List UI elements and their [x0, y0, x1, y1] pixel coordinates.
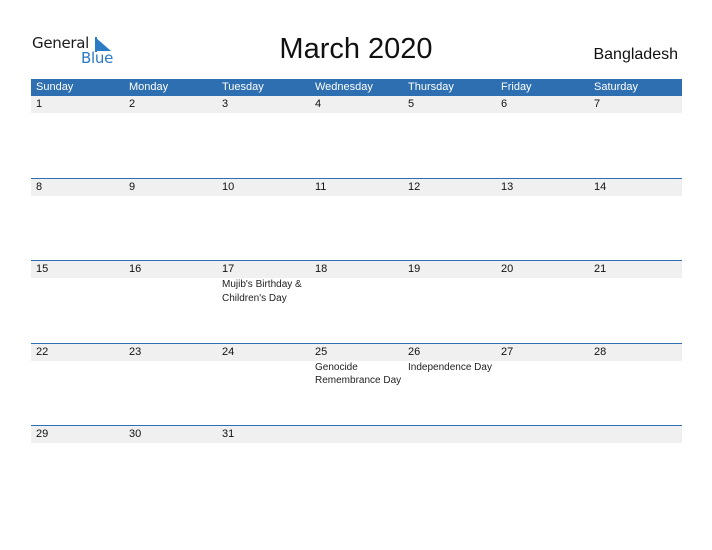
weekday-header: Sunday Monday Tuesday Wednesday Thursday… [31, 79, 682, 96]
day-number: 24 [222, 345, 235, 358]
day-number: 31 [222, 428, 235, 440]
day-number: 1 [36, 98, 43, 110]
holiday-label: Independence Day [408, 361, 492, 373]
day-number: 15 [36, 263, 49, 275]
week-row: 8 9 10 11 12 13 14 [31, 177, 682, 261]
day-number: 10 [222, 180, 235, 193]
day-number: 9 [129, 180, 136, 193]
day-number: 19 [408, 263, 421, 275]
holiday-label [589, 278, 682, 305]
day-number [589, 426, 682, 443]
events-row: Mujib's Birthday & Children's Day [31, 278, 682, 305]
country-label: Bangladesh [593, 46, 678, 63]
day-number: 18 [315, 263, 328, 275]
day-number: 7 [594, 98, 601, 110]
holiday-label: Mujib's Birthday & Children's Day [222, 279, 302, 304]
events-row: Genocide Remembrance Day Independence Day [31, 361, 682, 388]
weekday-saturday: Saturday [594, 81, 639, 93]
holiday-label [31, 361, 124, 388]
holiday-label [496, 278, 589, 305]
week-row: 1 2 3 4 5 6 7 [31, 96, 682, 178]
week-row: 22 23 24 25 26 27 28 Genocide Remembrance Day In… [31, 342, 682, 426]
holiday-label [589, 361, 682, 388]
day-number [310, 426, 403, 443]
day-number: 25 [315, 345, 328, 358]
day-number: 14 [594, 180, 607, 193]
weekday-thursday: Thursday [408, 81, 454, 93]
holiday-label [310, 278, 403, 305]
week-row: 15 16 17 18 19 20 21 Mujib's Birthday & Childre… [31, 260, 682, 343]
day-number: 2 [129, 98, 136, 110]
weekday-monday: Monday [129, 81, 169, 93]
day-number: 16 [129, 263, 142, 275]
day-number: 20 [501, 263, 514, 275]
day-number: 27 [501, 345, 514, 358]
date-strip: 8 9 10 11 12 13 14 [31, 178, 682, 196]
day-number: 8 [36, 180, 43, 193]
day-number: 12 [408, 180, 421, 193]
day-number [403, 426, 496, 443]
calendar-grid: Sunday Monday Tuesday Wednesday Thursday… [31, 79, 682, 508]
holiday-label [403, 278, 496, 305]
holiday-label [496, 361, 589, 388]
weekday-friday: Friday [501, 81, 532, 93]
day-number: 4 [315, 98, 322, 110]
day-number: 22 [36, 345, 49, 358]
day-number [496, 426, 589, 443]
day-number: 28 [594, 345, 607, 358]
day-number: 13 [501, 180, 514, 193]
day-number: 30 [129, 428, 142, 440]
day-number: 23 [129, 345, 142, 358]
date-strip: 22 23 24 25 26 27 28 [31, 343, 682, 361]
holiday-label [124, 361, 217, 388]
day-number: 6 [501, 98, 508, 110]
day-number: 26 [408, 345, 421, 358]
weekday-tuesday: Tuesday [222, 81, 264, 93]
holiday-label [31, 278, 124, 305]
holiday-label [217, 361, 310, 388]
weekday-wednesday: Wednesday [315, 81, 373, 93]
week-row: 29 30 31 [31, 425, 682, 508]
holiday-label [124, 278, 217, 305]
date-strip: 1 2 3 4 5 6 7 [31, 96, 682, 113]
date-strip: 15 16 17 18 19 20 21 [31, 261, 682, 278]
day-number: 3 [222, 98, 229, 110]
weekday-sunday: Sunday [36, 81, 74, 93]
date-strip: 29 30 31 [31, 426, 682, 443]
holiday-label: Genocide Remembrance Day [315, 361, 402, 387]
weeks-container: 1 2 3 4 5 6 7 8 9 10 11 12 13 14 15 16 17 18 19 20 21 Mujib's… [31, 96, 682, 508]
day-number: 5 [408, 98, 415, 110]
day-number: 11 [315, 180, 327, 193]
day-number: 21 [594, 263, 607, 275]
day-number: 29 [36, 428, 49, 440]
day-number: 17 [222, 263, 235, 275]
